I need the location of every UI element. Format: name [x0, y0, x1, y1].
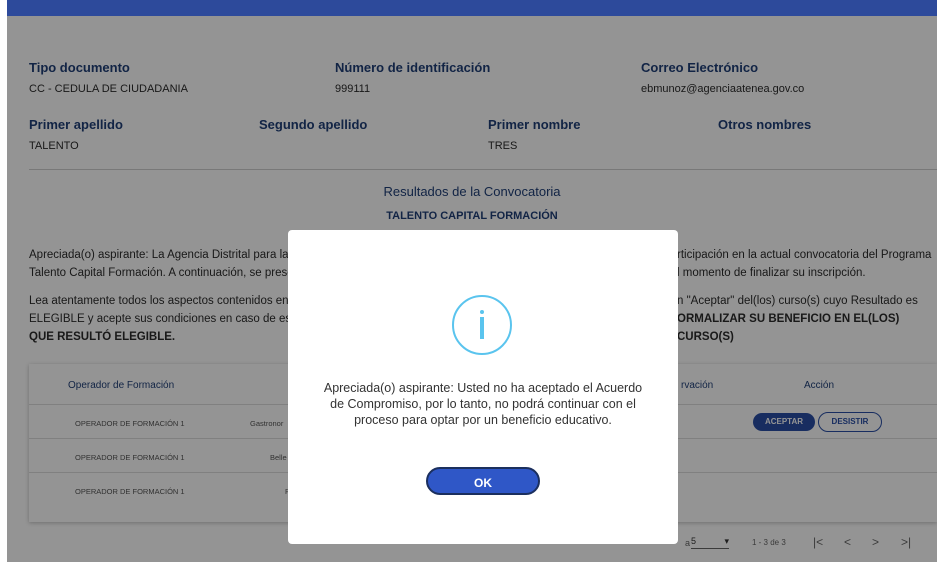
ok-button[interactable]: OK [426, 467, 540, 495]
top-header-bar [7, 0, 937, 16]
info-icon [452, 295, 512, 355]
alert-dialog: Apreciada(o) aspirante: Usted no ha acep… [288, 230, 678, 544]
alert-message: Apreciada(o) aspirante: Usted no ha acep… [323, 381, 643, 427]
